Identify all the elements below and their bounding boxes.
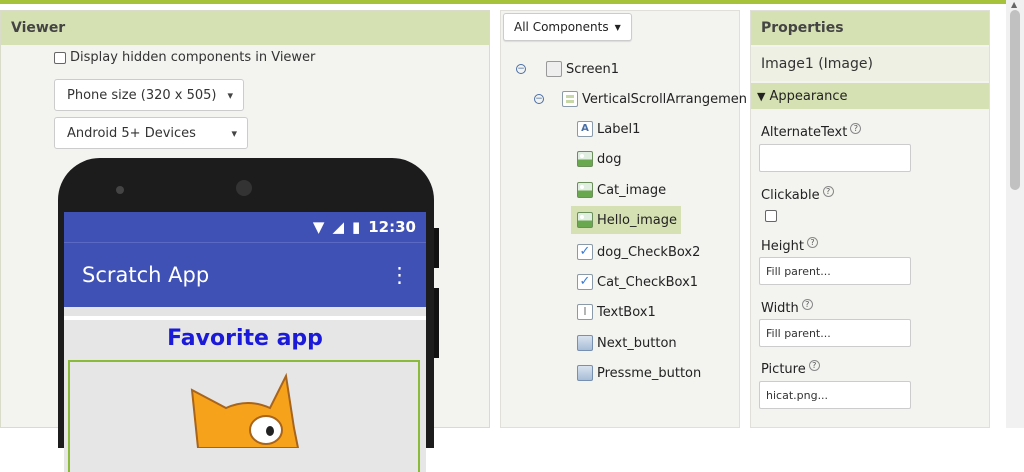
screen-icon xyxy=(546,61,562,77)
checkbox-icon: ✓ xyxy=(577,274,593,290)
phone-sensor xyxy=(116,186,124,194)
checkbox-icon: ✓ xyxy=(577,244,593,260)
tree-item-label: Hello_image xyxy=(597,212,677,228)
tree-item-label: Next_button xyxy=(597,335,677,351)
help-icon[interactable]: ? xyxy=(850,123,862,134)
appearance-section[interactable]: ▼ Appearance xyxy=(751,83,989,109)
alternate-text-row: AlternateText ? xyxy=(761,123,862,140)
tree-item-label: Label1 xyxy=(597,121,641,137)
clickable-row: Clickable ? xyxy=(761,186,834,203)
display-hidden-checkbox[interactable] xyxy=(54,51,66,64)
help-icon[interactable]: ? xyxy=(806,237,818,248)
phone-screen: ▼ ◢ ▮ 12:30 Scratch App ⋮ Favorite app xyxy=(64,212,426,472)
device-value: Android 5+ Devices xyxy=(67,125,196,141)
help-icon[interactable]: ? xyxy=(808,360,820,371)
volume-button xyxy=(434,228,439,268)
appearance-label: Appearance xyxy=(769,88,848,104)
tree-item-label1[interactable]: A Label1 xyxy=(577,117,640,141)
alternate-text-input[interactable] xyxy=(759,144,911,172)
all-components-dropdown[interactable]: All Components ▼ xyxy=(503,13,632,41)
tree-item-label: dog xyxy=(597,151,622,167)
tree-item-hello-image[interactable]: Hello_image xyxy=(571,206,681,234)
picture-input[interactable]: hicat.png... xyxy=(759,381,911,409)
caret-down-icon: ▼ xyxy=(614,22,621,32)
scratch-cat-image xyxy=(190,372,300,448)
selected-component-name: Image1 (Image) xyxy=(751,47,989,81)
clickable-checkbox[interactable] xyxy=(765,210,777,222)
page-scrollbar[interactable]: ▲ xyxy=(1006,0,1024,428)
tree-item-screen1[interactable]: − Screen1 xyxy=(516,57,619,81)
label-icon: A xyxy=(577,121,593,137)
collapse-icon[interactable]: − xyxy=(516,64,526,74)
phone-camera xyxy=(236,180,252,196)
tree-item-pressme-button[interactable]: Pressme_button xyxy=(577,361,701,385)
tree-item-label: Cat_image xyxy=(597,182,667,198)
status-time: 12:30 xyxy=(368,218,416,236)
overflow-menu-icon[interactable]: ⋮ xyxy=(389,263,410,287)
display-hidden-toggle[interactable]: Display hidden components in Viewer xyxy=(54,50,315,65)
status-bar: ▼ ◢ ▮ 12:30 xyxy=(64,212,426,242)
button-icon xyxy=(577,335,593,351)
favorite-app-label[interactable]: Favorite app xyxy=(64,320,426,351)
properties-title: Properties xyxy=(751,11,989,45)
button-icon xyxy=(577,365,593,381)
vertical-arrangement-icon xyxy=(562,91,578,107)
tree-item-label: Screen1 xyxy=(566,61,619,77)
tree-item-textbox1[interactable]: I TextBox1 xyxy=(577,300,656,324)
tree-item-label: Cat_CheckBox1 xyxy=(597,274,699,290)
picture-label: Picture xyxy=(761,362,806,377)
tree-item-cat-image[interactable]: Cat_image xyxy=(577,178,666,202)
all-components-label: All Components xyxy=(514,20,609,34)
tree-item-verticalscroll[interactable]: − VerticalScrollArrangemen xyxy=(534,87,747,111)
tree-item-label: Pressme_button xyxy=(597,365,702,381)
textbox-icon: I xyxy=(577,304,593,320)
chevron-down-icon: ▾ xyxy=(231,126,237,140)
width-label: Width xyxy=(761,301,799,316)
clickable-label: Clickable xyxy=(761,188,820,203)
phone-size-value: Phone size (320 x 505) xyxy=(67,87,217,103)
tree-item-label: VerticalScrollArrangemen xyxy=(582,91,748,107)
top-accent-bar xyxy=(0,0,1024,4)
image-icon xyxy=(577,151,593,167)
collapse-icon[interactable]: − xyxy=(534,94,544,104)
help-icon[interactable]: ? xyxy=(822,186,834,197)
viewer-title: Viewer xyxy=(1,11,489,45)
device-select[interactable]: Android 5+ Devices ▾ xyxy=(54,117,248,149)
height-row: Height ? xyxy=(761,237,818,254)
phone-frame: ▼ ◢ ▮ 12:30 Scratch App ⋮ Favorite app xyxy=(58,158,439,472)
tree-item-cat-checkbox1[interactable]: ✓ Cat_CheckBox1 xyxy=(577,270,698,294)
battery-icon: ▮ xyxy=(351,218,361,236)
height-input[interactable]: Fill parent... xyxy=(759,257,911,285)
scroll-up-icon[interactable]: ▲ xyxy=(1011,0,1017,9)
triangle-down-icon: ▼ xyxy=(757,89,766,103)
hello-image-preview[interactable] xyxy=(68,360,420,472)
properties-panel: Properties Image1 (Image) ▼ Appearance A… xyxy=(750,10,990,428)
display-hidden-label: Display hidden components in Viewer xyxy=(70,50,316,65)
image-icon xyxy=(577,212,593,228)
app-title: Scratch App xyxy=(82,263,210,287)
tree-item-next-button[interactable]: Next_button xyxy=(577,331,677,355)
image-icon xyxy=(577,182,593,198)
alternate-text-label: AlternateText xyxy=(761,125,848,140)
tree-item-dog-checkbox2[interactable]: ✓ dog_CheckBox2 xyxy=(577,240,700,264)
wifi-icon: ▼ xyxy=(312,218,325,236)
tree-item-label: dog_CheckBox2 xyxy=(597,244,701,260)
chevron-down-icon: ▾ xyxy=(227,88,233,102)
app-bar: Scratch App ⋮ xyxy=(64,242,426,307)
tree-item-label: TextBox1 xyxy=(597,304,656,320)
width-input[interactable]: Fill parent... xyxy=(759,319,911,347)
height-label: Height xyxy=(761,239,804,254)
tree-item-dog[interactable]: dog xyxy=(577,147,621,171)
scrollbar-thumb[interactable] xyxy=(1010,10,1020,190)
phone-size-select[interactable]: Phone size (320 x 505) ▾ xyxy=(54,79,244,111)
help-icon[interactable]: ? xyxy=(801,299,813,310)
power-button xyxy=(434,288,439,358)
picture-row: Picture ? xyxy=(761,360,820,377)
signal-icon: ◢ xyxy=(332,218,344,236)
screen-content: Favorite app xyxy=(64,316,426,472)
width-row: Width ? xyxy=(761,299,813,316)
